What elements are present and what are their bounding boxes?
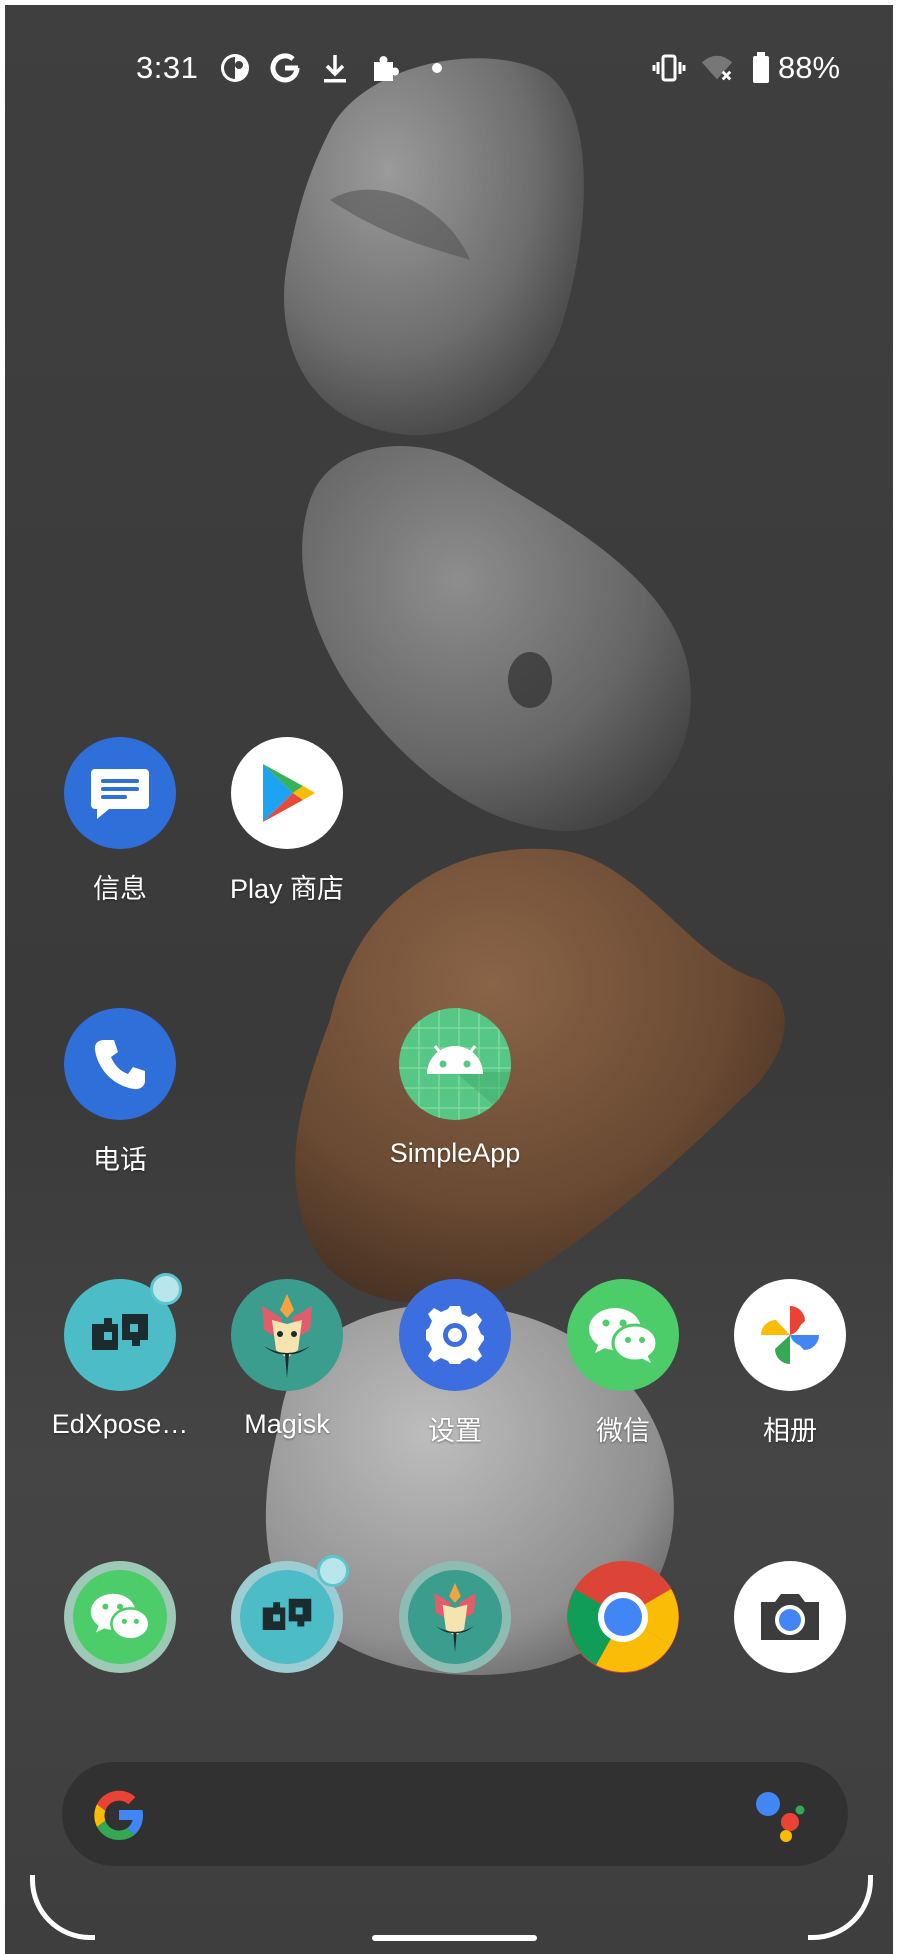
screen-edge xyxy=(893,0,897,1954)
dock-edxposed[interactable] xyxy=(212,1555,362,1673)
vibrate-icon xyxy=(652,51,686,85)
app-settings[interactable]: 设置 xyxy=(380,1279,530,1448)
dot-icon xyxy=(420,51,454,85)
app-label: EdXpose… xyxy=(51,1409,189,1439)
screen-edge xyxy=(0,0,5,1954)
dock-magisk[interactable] xyxy=(380,1561,530,1673)
app-play-store[interactable]: Play 商店 xyxy=(212,737,362,906)
notification-dot xyxy=(150,1273,182,1305)
chrome-icon xyxy=(567,1561,679,1673)
google-search-bar[interactable] xyxy=(62,1762,848,1866)
app-label: Play 商店 xyxy=(229,874,345,904)
notification-dot xyxy=(317,1555,349,1587)
puzzle-icon xyxy=(368,51,402,85)
settings-icon xyxy=(399,1279,511,1391)
app-messages[interactable]: 信息 xyxy=(45,737,195,906)
android-icon xyxy=(399,1008,511,1120)
wechat-icon xyxy=(567,1279,679,1391)
app-magisk[interactable]: Magisk xyxy=(212,1279,362,1440)
magisk-icon xyxy=(231,1279,343,1391)
download-icon xyxy=(318,51,352,85)
pinwheel-icon xyxy=(218,51,252,85)
app-label: Magisk xyxy=(244,1409,330,1439)
play-store-icon xyxy=(231,737,343,849)
app-photos[interactable]: 相册 xyxy=(715,1279,865,1448)
google-logo-icon[interactable] xyxy=(90,1786,148,1849)
messages-icon xyxy=(64,737,176,849)
screen-edge xyxy=(0,0,897,5)
app-label: 设置 xyxy=(428,1416,482,1446)
magisk-icon xyxy=(399,1561,511,1673)
edxposed-icon xyxy=(231,1555,349,1673)
dock-wechat[interactable] xyxy=(45,1561,195,1673)
status-time: 3:31 xyxy=(136,50,199,85)
gesture-nav-bar[interactable] xyxy=(372,1935,537,1941)
wechat-icon xyxy=(64,1561,176,1673)
battery-percent: 88% xyxy=(778,50,841,85)
app-edxposed[interactable]: EdXpose… xyxy=(45,1273,195,1440)
app-simpleapp[interactable]: SimpleApp xyxy=(380,1008,530,1169)
app-phone[interactable]: 电话 xyxy=(45,1008,195,1177)
app-label: 信息 xyxy=(93,874,147,904)
camera-icon xyxy=(734,1561,846,1673)
photos-icon xyxy=(734,1279,846,1391)
app-label: 微信 xyxy=(596,1416,650,1446)
edxposed-icon xyxy=(64,1273,182,1391)
app-label: SimpleApp xyxy=(389,1138,521,1168)
app-label: 电话 xyxy=(93,1145,147,1175)
wifi-off-icon xyxy=(700,51,734,85)
phone-icon xyxy=(64,1008,176,1120)
dock-chrome[interactable] xyxy=(548,1561,698,1673)
app-label: 相册 xyxy=(763,1416,817,1446)
dock-camera[interactable] xyxy=(715,1561,865,1673)
assistant-icon[interactable] xyxy=(754,1790,810,1847)
battery-icon xyxy=(744,51,778,85)
google-g-icon xyxy=(268,51,302,85)
status-bar: 3:31 88% xyxy=(0,45,897,95)
app-wechat[interactable]: 微信 xyxy=(548,1279,698,1448)
